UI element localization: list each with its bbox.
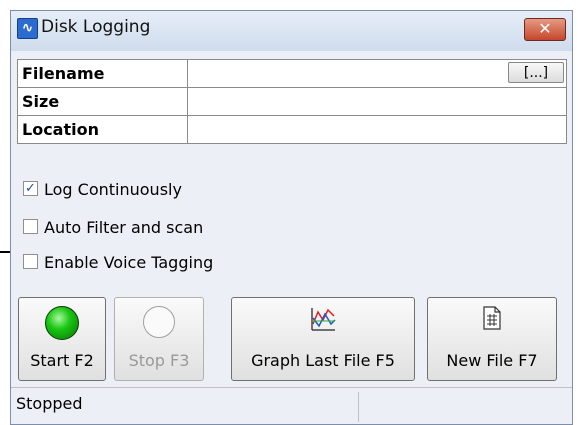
title-bar: ∿ Disk Logging ✕ xyxy=(11,11,572,51)
checkbox-checked-icon: ✓ xyxy=(23,181,38,196)
status-divider xyxy=(358,392,359,422)
new-file-label: New File F7 xyxy=(446,351,538,370)
log-continuously-checkbox[interactable]: ✓ Log Continuously xyxy=(23,179,182,199)
browse-button[interactable]: [...] xyxy=(508,62,564,83)
filename-value: [...] xyxy=(187,59,567,88)
new-file-icon xyxy=(481,306,503,334)
checkbox-unchecked-icon xyxy=(23,254,38,269)
location-row: Location xyxy=(17,115,567,144)
close-icon: ✕ xyxy=(538,19,552,38)
auto-filter-checkbox[interactable]: Auto Filter and scan xyxy=(23,217,203,237)
graph-label: Graph Last File F5 xyxy=(251,351,395,370)
graph-icon xyxy=(309,306,337,336)
green-led-icon xyxy=(45,306,79,340)
empty-led-icon xyxy=(143,306,175,338)
log-continuously-label: Log Continuously xyxy=(44,180,182,199)
status-bar: Stopped xyxy=(11,387,572,424)
location-value xyxy=(187,115,567,144)
stop-button[interactable]: Stop F3 xyxy=(114,297,204,381)
new-file-button[interactable]: New File F7 xyxy=(427,297,557,381)
start-button[interactable]: Start F2 xyxy=(18,297,106,381)
size-label: Size xyxy=(17,87,188,116)
auto-filter-label: Auto Filter and scan xyxy=(44,218,204,237)
location-label: Location xyxy=(17,115,188,144)
size-row: Size xyxy=(17,87,567,116)
app-wave-icon: ∿ xyxy=(17,18,38,39)
voice-tagging-checkbox[interactable]: Enable Voice Tagging xyxy=(23,252,213,272)
stop-label: Stop F3 xyxy=(128,351,190,370)
file-info-table: Filename [...] Size Location xyxy=(17,59,567,144)
filename-row: Filename [...] xyxy=(17,59,567,88)
filename-label: Filename xyxy=(17,59,188,88)
size-value xyxy=(187,87,567,116)
disk-logging-window: ∿ Disk Logging ✕ Filename [...] Size Loc… xyxy=(10,10,573,425)
start-label: Start F2 xyxy=(30,351,94,370)
close-button[interactable]: ✕ xyxy=(524,18,566,41)
checkbox-unchecked-icon xyxy=(23,219,38,234)
voice-tagging-label: Enable Voice Tagging xyxy=(44,253,214,272)
graph-last-file-button[interactable]: Graph Last File F5 xyxy=(231,297,415,381)
window-title: Disk Logging xyxy=(41,17,151,37)
status-text: Stopped xyxy=(16,394,83,413)
